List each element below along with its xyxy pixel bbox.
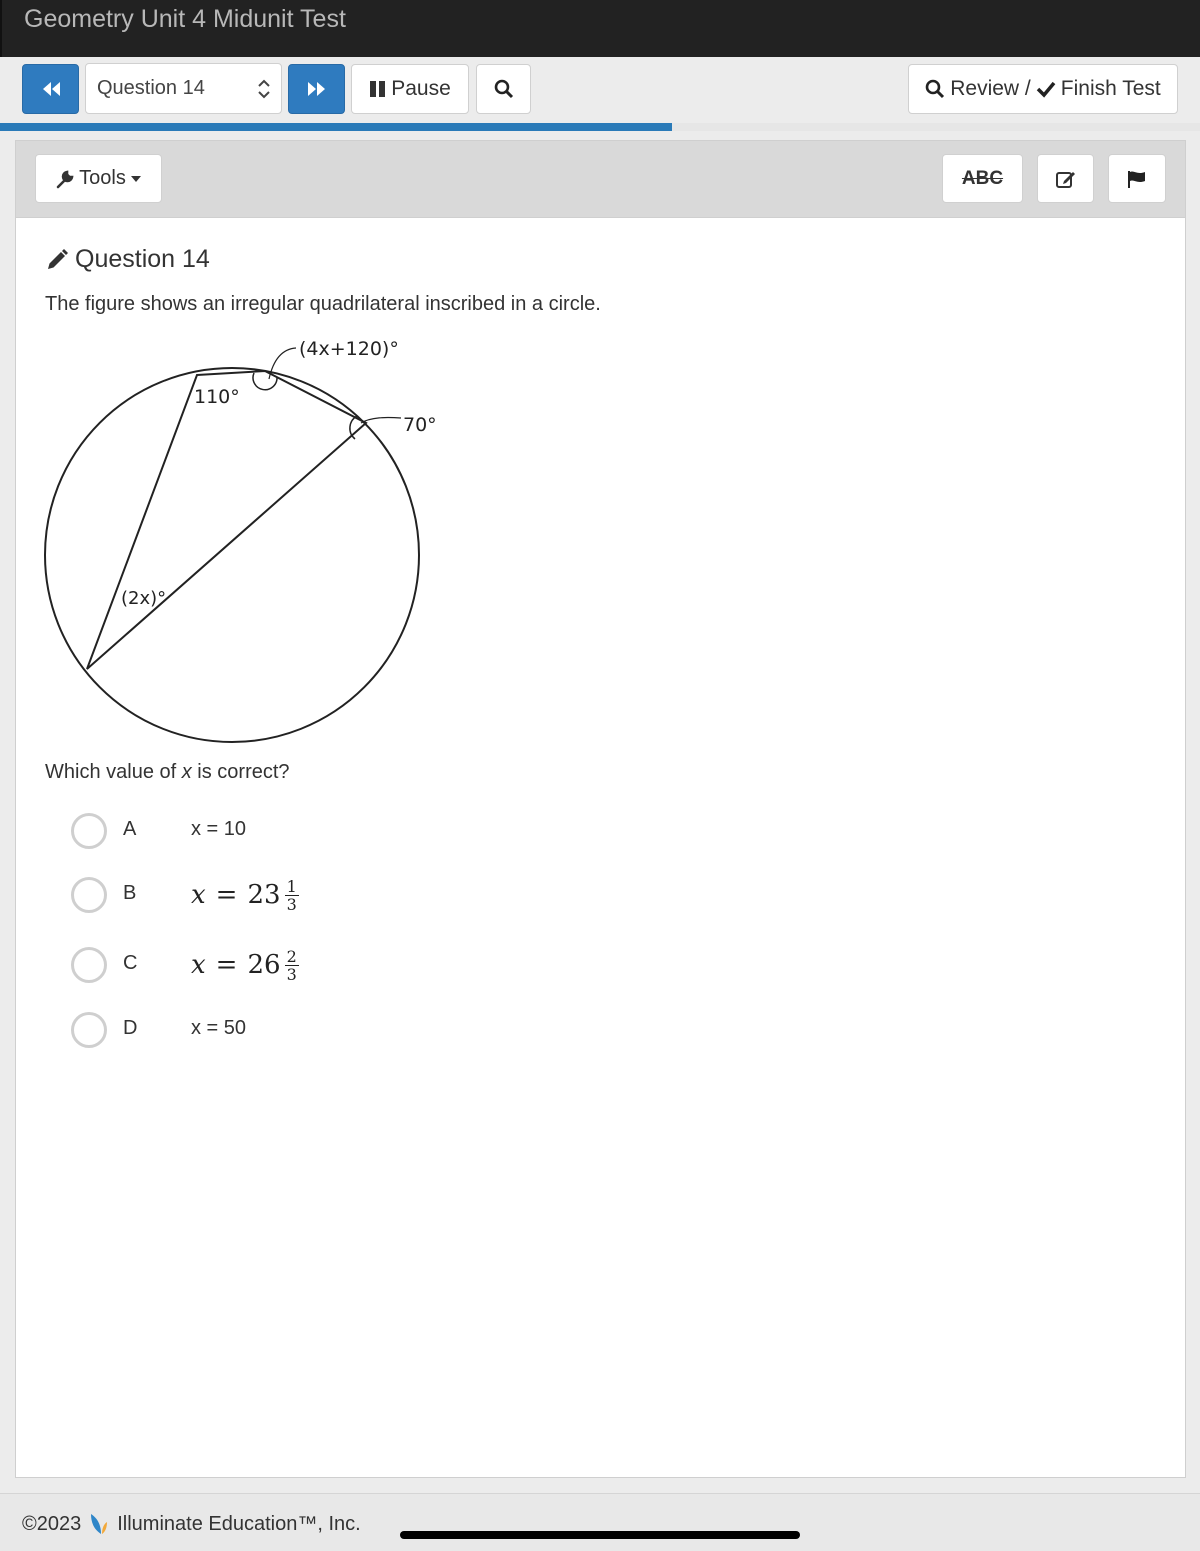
edit-note-icon: [1055, 171, 1075, 188]
choice-letter: B: [123, 882, 137, 904]
search-icon: [494, 79, 513, 99]
math-variable: x: [191, 950, 206, 980]
radio-button[interactable]: [71, 947, 107, 983]
label-top-left-angle: 110°: [194, 386, 240, 408]
label-left-angle: (2x)°: [121, 588, 166, 609]
search-button[interactable]: [476, 64, 531, 114]
fraction-numerator: 2: [284, 946, 299, 966]
flag-button[interactable]: [1108, 154, 1166, 203]
flag-icon: [1128, 170, 1145, 188]
math-variable: x: [191, 880, 206, 910]
question-select-value: Question 14: [97, 77, 205, 99]
review-label: Review /: [950, 77, 1031, 100]
label-top-right-angle: (4x+120)°: [299, 338, 399, 360]
review-finish-button[interactable]: Review / Finish Test: [908, 64, 1178, 114]
circle: [44, 367, 420, 743]
prompt-variable: x: [181, 761, 192, 783]
pause-button[interactable]: Pause: [351, 64, 469, 114]
note-button[interactable]: [1037, 154, 1094, 203]
math-equals: =: [215, 950, 238, 980]
checkmark-icon: [1036, 81, 1056, 98]
choice-b[interactable]: B x = 23 1 3: [71, 875, 391, 915]
select-arrows-icon: [258, 79, 270, 99]
math-fraction: 1 3: [284, 876, 299, 914]
radio-button[interactable]: [71, 1012, 107, 1048]
choice-letter: C: [123, 952, 138, 974]
choice-letter: D: [123, 1017, 138, 1039]
finish-label: Finish Test: [1060, 77, 1161, 100]
company-name: Illuminate Education™, Inc.: [117, 1512, 361, 1535]
caret-down-icon: [130, 175, 141, 182]
prompt-text-start: Which value of: [45, 761, 182, 783]
choice-d[interactable]: D x = 50: [71, 1010, 391, 1050]
double-chevron-left-icon: [42, 82, 60, 96]
illuminate-logo-icon: [91, 1514, 108, 1534]
question-text: The figure shows an irregular quadrilate…: [45, 293, 601, 315]
choice-answer: x = 26 2 3: [191, 945, 299, 985]
copyright: ©2023 Illuminate Education™, Inc.: [22, 1512, 361, 1536]
home-indicator: [400, 1531, 800, 1539]
question-panel: Tools ABC Question 14 The figure shows a…: [15, 140, 1186, 1478]
tools-toolbar: Tools ABC: [16, 141, 1185, 218]
inscribed-quadrilateral-figure: (4x+120)° 110° 70° (2x)°: [44, 338, 437, 743]
tools-label: Tools: [79, 167, 126, 189]
fraction-numerator: 1: [284, 876, 299, 896]
double-chevron-right-icon: [307, 82, 325, 96]
pause-label: Pause: [391, 77, 451, 100]
leader-right: [360, 416, 402, 424]
strikethrough-label: ABC: [961, 167, 1004, 189]
search-icon: [925, 79, 945, 99]
fraction-denominator: 3: [286, 964, 297, 984]
progress-bar: [0, 123, 1200, 131]
navigation-bar: Question 14 Pause Review / Finish Test: [0, 57, 1200, 123]
math-equals: =: [215, 880, 238, 910]
question-heading: Question 14: [45, 245, 210, 274]
pencil-icon: [48, 248, 68, 269]
question-title: Question 14: [75, 245, 210, 273]
next-question-button[interactable]: [288, 64, 345, 114]
quadrilateral: [86, 369, 368, 670]
choice-letter: A: [123, 818, 137, 840]
choice-answer: x = 50: [191, 1017, 247, 1039]
math-whole: 23: [247, 880, 281, 910]
tools-dropdown-button[interactable]: Tools: [35, 154, 162, 203]
copyright-year: ©2023: [22, 1512, 82, 1535]
choice-c[interactable]: C x = 26 2 3: [71, 945, 391, 985]
wrench-icon: [56, 170, 74, 188]
footer: ©2023 Illuminate Education™, Inc.: [0, 1493, 1200, 1551]
previous-question-button[interactable]: [22, 64, 79, 114]
title-bar: Geometry Unit 4 Midunit Test: [0, 0, 1200, 57]
label-right-angle: 70°: [403, 414, 437, 436]
window-title: Geometry Unit 4 Midunit Test: [24, 5, 346, 33]
math-whole: 26: [247, 950, 281, 980]
radio-button[interactable]: [71, 877, 107, 913]
math-fraction: 2 3: [284, 946, 299, 984]
question-select[interactable]: Question 14: [85, 63, 282, 114]
strikethrough-button[interactable]: ABC: [942, 154, 1023, 203]
fraction-denominator: 3: [286, 894, 297, 914]
pause-icon: [370, 81, 386, 97]
choice-answer: x = 23 1 3: [191, 875, 299, 915]
choice-a[interactable]: A x = 10: [71, 811, 391, 851]
choice-answer: x = 10: [191, 818, 247, 840]
progress-fill: [0, 123, 672, 131]
question-prompt: Which value of x is correct?: [45, 761, 290, 784]
prompt-text-end: is correct?: [191, 761, 290, 783]
radio-button[interactable]: [71, 813, 107, 849]
